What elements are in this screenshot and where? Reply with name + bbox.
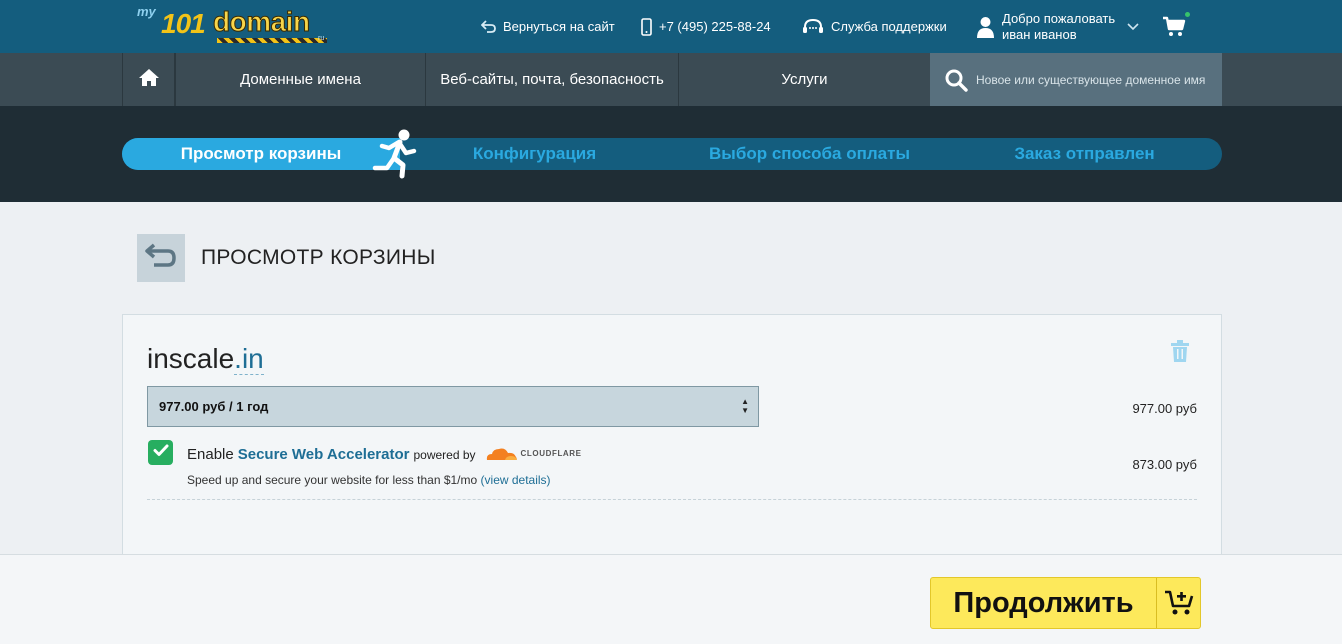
user-name: иван иванов (1002, 26, 1077, 42)
addon-title: Enable Secure Web Accelerator powered by… (187, 444, 582, 463)
step-payment-method: Выбор способа оплаты (709, 144, 910, 163)
cart-add-icon (1157, 589, 1200, 617)
logo-my: my (137, 4, 156, 19)
headset-icon (802, 18, 824, 36)
phone-icon (641, 17, 652, 36)
domain-sld: inscale (147, 343, 235, 374)
user-menu[interactable]: Добро пожаловать иван иванов (976, 0, 1139, 53)
nav-domains[interactable]: Доменные имена (175, 53, 425, 106)
checkmark-icon (153, 444, 169, 462)
cart-icon (1162, 16, 1186, 37)
return-button[interactable] (137, 234, 185, 282)
checkout-steps-band: Просмотр корзины Конфигурация Выбор спос… (0, 106, 1342, 202)
domain-search-input[interactable] (976, 72, 1212, 87)
checkout-steps: Просмотр корзины Конфигурация Выбор спос… (122, 129, 1222, 179)
addon-name[interactable]: Secure Web Accelerator (238, 446, 410, 463)
logo-ru: ru (318, 35, 325, 42)
cloudflare-wordmark: CLOUDFLARE (520, 449, 582, 458)
period-select-value: 977.00 руб / 1 год (159, 399, 268, 414)
return-icon (144, 242, 178, 275)
step-order-sent: Заказ отправлен (1014, 144, 1155, 163)
chevron-down-icon (1127, 20, 1139, 34)
select-arrows-icon: ▲ ▼ (741, 397, 749, 415)
nav-home[interactable] (122, 53, 175, 106)
continue-button[interactable]: Продолжить (930, 577, 1201, 629)
period-price: 977.00 (159, 399, 199, 414)
nav-websites[interactable]: Веб-сайты, почта, безопасность (425, 53, 678, 106)
cart-item-card: inscale.in 977.00 руб / 1 год ▲ ▼ 977.00 … (122, 314, 1222, 574)
runner-icon (372, 129, 417, 179)
cloudflare-logo: CLOUDFLARE (485, 446, 582, 461)
domain-search (930, 53, 1222, 106)
nav-services[interactable]: Услуги (678, 53, 930, 106)
back-arrow-icon (481, 20, 496, 33)
support-label: Служба поддержки (831, 19, 947, 34)
support-link[interactable]: Служба поддержки (802, 0, 947, 53)
logo-domain: domain (213, 6, 311, 38)
step-review-cart: Просмотр корзины (122, 138, 400, 170)
header-cart-button[interactable] (1162, 0, 1193, 53)
addon-powered-by: powered by (413, 448, 476, 462)
domain-tld: .in (234, 343, 264, 375)
back-to-site-link[interactable]: Вернуться на сайт (481, 0, 615, 53)
site-logo[interactable]: my 101 domain ru (137, 4, 337, 44)
user-icon (976, 16, 995, 38)
cloudflare-icon (486, 448, 517, 460)
addon-checkbox[interactable] (148, 440, 173, 465)
view-details-link[interactable]: (view details) (481, 473, 551, 487)
search-icon[interactable] (944, 68, 968, 92)
domain-name: inscale.in (147, 343, 264, 375)
continue-label: Продолжить (953, 586, 1134, 619)
period-select[interactable]: 977.00 руб / 1 год ▲ ▼ (147, 386, 759, 427)
logo-stripe (217, 38, 327, 43)
step-configuration: Конфигурация (472, 144, 597, 163)
cart-status-dot (1185, 12, 1190, 17)
addon-description-text: Speed up and secure your website for les… (187, 473, 478, 487)
top-bar: my 101 domain ru Вернуться на сайт +7 (4… (0, 0, 1342, 53)
phone-link[interactable]: +7 (495) 225-88-24 (641, 0, 771, 53)
item-divider (147, 499, 1197, 500)
period-unit: руб / 1 год (202, 399, 269, 414)
addon-price: 873.00 руб (1132, 457, 1197, 472)
phone-number: +7 (495) 225-88-24 (659, 19, 771, 34)
item-price: 977.00 руб (1132, 401, 1197, 416)
trash-icon[interactable] (1170, 340, 1190, 367)
logo-number: 101 (161, 8, 206, 39)
page-title: ПРОСМОТР КОРЗИНЫ (201, 246, 436, 269)
main-nav: Доменные имена Веб-сайты, почта, безопас… (0, 53, 1342, 106)
home-icon (138, 68, 160, 91)
back-to-site-label: Вернуться на сайт (503, 19, 615, 34)
addon-enable: Enable (187, 446, 234, 463)
user-greeting: Добро пожаловать иван иванов (1002, 11, 1115, 43)
greeting-label: Добро пожаловать (1002, 10, 1116, 26)
footer-bar: Продолжить (0, 554, 1342, 644)
addon-description: Speed up and secure your website for les… (187, 473, 551, 487)
